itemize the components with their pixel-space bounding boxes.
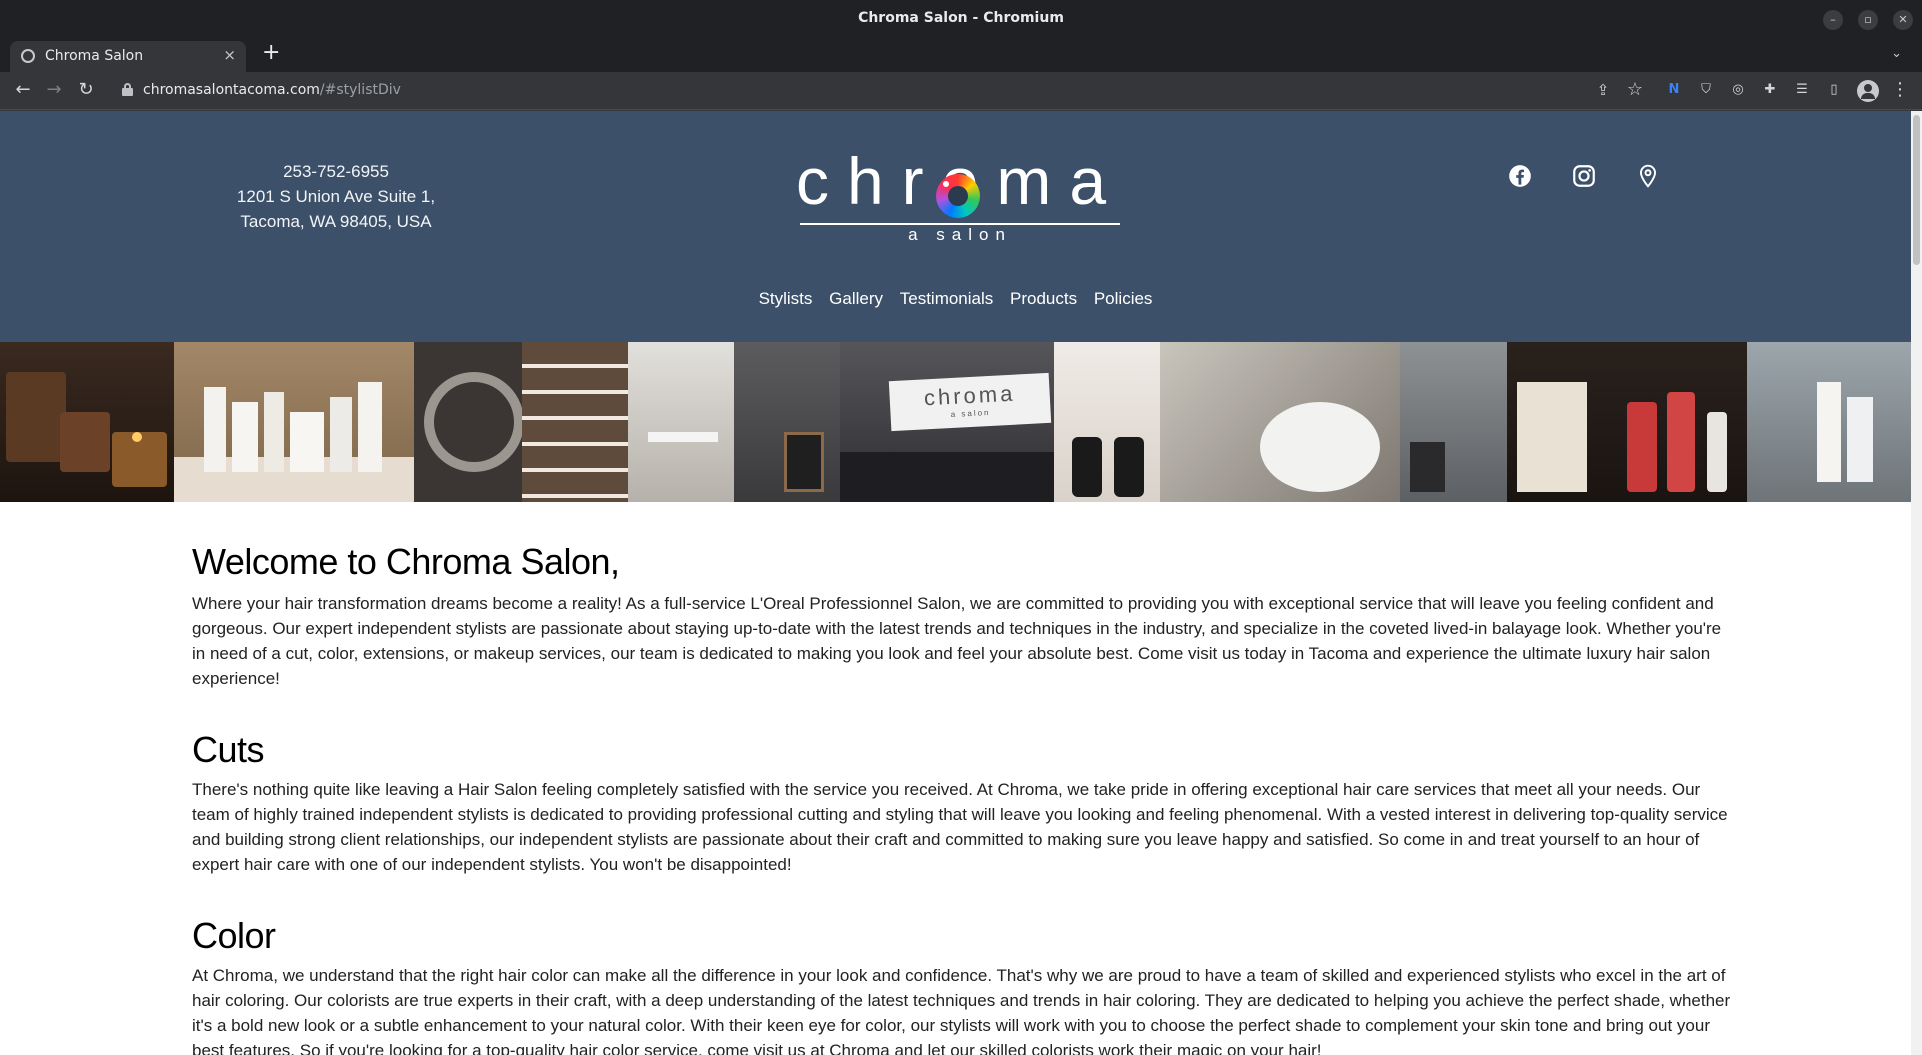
- photo-foils-bowl: [1160, 342, 1400, 502]
- profile-avatar-icon[interactable]: [1857, 80, 1879, 102]
- photo-wash-station: [1054, 342, 1160, 502]
- color-heading: Color: [192, 915, 276, 956]
- page-scrollbar[interactable]: [1911, 111, 1922, 1055]
- tab-strip: Chroma Salon ×: [0, 38, 1922, 72]
- photo-bg: [628, 342, 734, 502]
- extensions-puzzle-icon[interactable]: ✚: [1761, 81, 1779, 99]
- photo-mirror: [414, 342, 522, 502]
- chair: [1114, 437, 1144, 497]
- photo-sign-board: [734, 342, 840, 502]
- address-line-1: 1201 S Union Ave Suite 1,: [236, 187, 436, 206]
- mirror-ring: [424, 372, 522, 472]
- welcome-heading: Welcome to Chroma Salon,: [192, 541, 620, 582]
- url-path: /#stylistDiv: [319, 82, 401, 98]
- gallery-strip: chroma a salon: [0, 342, 1911, 502]
- title-bar: Chroma Salon - Chromium – ▫ ✕: [0, 0, 1922, 38]
- photo-bg: [522, 342, 628, 502]
- close-window-button[interactable]: ✕: [1893, 10, 1913, 30]
- address-bar[interactable]: chromasalontacoma.com/#stylistDiv: [108, 75, 1808, 107]
- photo-storefront: chroma a salon: [840, 342, 1054, 502]
- tab-search-button[interactable]: ⌄: [1891, 46, 1902, 61]
- main-nav: Stylists Gallery Testimonials Products P…: [0, 289, 1911, 309]
- web-page: 253-752-6955 1201 S Union Ave Suite 1, T…: [0, 111, 1911, 1055]
- cuts-heading: Cuts: [192, 729, 265, 770]
- nav-gallery[interactable]: Gallery: [829, 289, 883, 309]
- facebook-icon[interactable]: [1507, 163, 1533, 189]
- minimize-button[interactable]: –: [1823, 10, 1843, 30]
- location-pin-icon[interactable]: [1635, 163, 1661, 189]
- scrollbar-thumb[interactable]: [1913, 115, 1920, 265]
- chroma-logo[interactable]: chroma a salon: [760, 144, 1160, 244]
- logo-subtitle: a salon: [908, 225, 1012, 244]
- lock-icon: [122, 83, 133, 96]
- bookmark-star-icon[interactable]: ☆: [1624, 80, 1646, 100]
- instagram-icon[interactable]: [1571, 163, 1597, 189]
- bottle: [330, 397, 352, 472]
- welcome-paragraph: Where your hair transformation dreams be…: [192, 594, 1722, 688]
- candle-jar: [6, 372, 66, 462]
- window-title: Chroma Salon - Chromium: [858, 10, 1064, 26]
- photo-product-wall: [522, 342, 628, 502]
- bottle: [1817, 382, 1841, 482]
- url-text[interactable]: chromasalontacoma.com/#stylistDiv: [143, 82, 401, 98]
- bottle-red: [1667, 392, 1695, 492]
- browser-window: Chroma Salon - Chromium – ▫ ✕ Chroma Sal…: [0, 0, 1922, 1055]
- bottle: [290, 412, 324, 472]
- close-tab-icon[interactable]: ×: [223, 46, 236, 64]
- bottle-red: [1627, 402, 1657, 492]
- side-panel-icon[interactable]: ▯: [1825, 81, 1843, 99]
- reload-button[interactable]: ↻: [75, 80, 97, 100]
- storefront-sign: chroma a salon: [888, 372, 1052, 432]
- windows: [840, 452, 1054, 502]
- color-wheel-icon: [936, 174, 980, 218]
- browser-menu-button[interactable]: ⋮: [1889, 80, 1911, 100]
- photo-lounge: [1400, 342, 1507, 502]
- phone-number[interactable]: 253-752-6955: [200, 159, 472, 184]
- site-header: 253-752-6955 1201 S Union Ave Suite 1, T…: [0, 111, 1911, 342]
- bottle: [232, 402, 258, 472]
- globe-icon: [21, 49, 35, 63]
- flame: [132, 432, 142, 442]
- tab-label: Chroma Salon: [45, 48, 144, 64]
- photo-products-shelf: [174, 342, 414, 502]
- color-paragraph: At Chroma, we understand that the right …: [192, 966, 1731, 1055]
- bottle: [264, 392, 284, 472]
- bottle-white: [1707, 412, 1727, 492]
- back-button[interactable]: ←: [12, 80, 34, 100]
- maximize-button[interactable]: ▫: [1858, 10, 1878, 30]
- frame-c: [1517, 382, 1587, 492]
- bottle: [1847, 397, 1873, 482]
- photo-salon-interior: [628, 342, 734, 502]
- forward-button[interactable]: →: [43, 80, 65, 100]
- photo-candles: [0, 342, 174, 502]
- candle-jar: [60, 412, 110, 472]
- tab-chroma-salon[interactable]: Chroma Salon ×: [10, 41, 246, 72]
- extension-n-icon[interactable]: N: [1665, 81, 1683, 99]
- photo-products-right: [1747, 342, 1911, 502]
- new-tab-button[interactable]: +: [262, 41, 280, 65]
- armchair: [1410, 442, 1445, 492]
- color-bowl: [1260, 402, 1380, 492]
- chair: [1072, 437, 1102, 497]
- bottle: [358, 382, 382, 472]
- photo-retail-display: [1507, 342, 1747, 502]
- nav-policies[interactable]: Policies: [1094, 289, 1153, 309]
- bottle: [204, 387, 226, 472]
- browser-toolbar: ← → ↻ chromasalontacoma.com/#stylistDiv …: [0, 72, 1922, 110]
- extension-shield-icon[interactable]: ⛉: [1697, 81, 1715, 99]
- photo-bg: [1054, 342, 1160, 502]
- media-controls-icon[interactable]: ☰: [1793, 81, 1811, 99]
- contact-info: 253-752-6955 1201 S Union Ave Suite 1, T…: [200, 159, 472, 234]
- cuts-paragraph: There's nothing quite like leaving a Hai…: [192, 780, 1728, 874]
- share-icon[interactable]: ⇪: [1592, 80, 1614, 100]
- nav-products[interactable]: Products: [1010, 289, 1077, 309]
- nav-testimonials[interactable]: Testimonials: [900, 289, 994, 309]
- table: [648, 432, 718, 442]
- url-host: chromasalontacoma.com: [143, 82, 320, 98]
- extension-circle-icon[interactable]: ◎: [1729, 81, 1747, 99]
- sandwich-board: [784, 432, 824, 492]
- main-content: Welcome to Chroma Salon, Where your hair…: [192, 541, 1732, 1055]
- nav-stylists[interactable]: Stylists: [759, 289, 813, 309]
- address-line-2: Tacoma, WA 98405, USA: [240, 212, 432, 231]
